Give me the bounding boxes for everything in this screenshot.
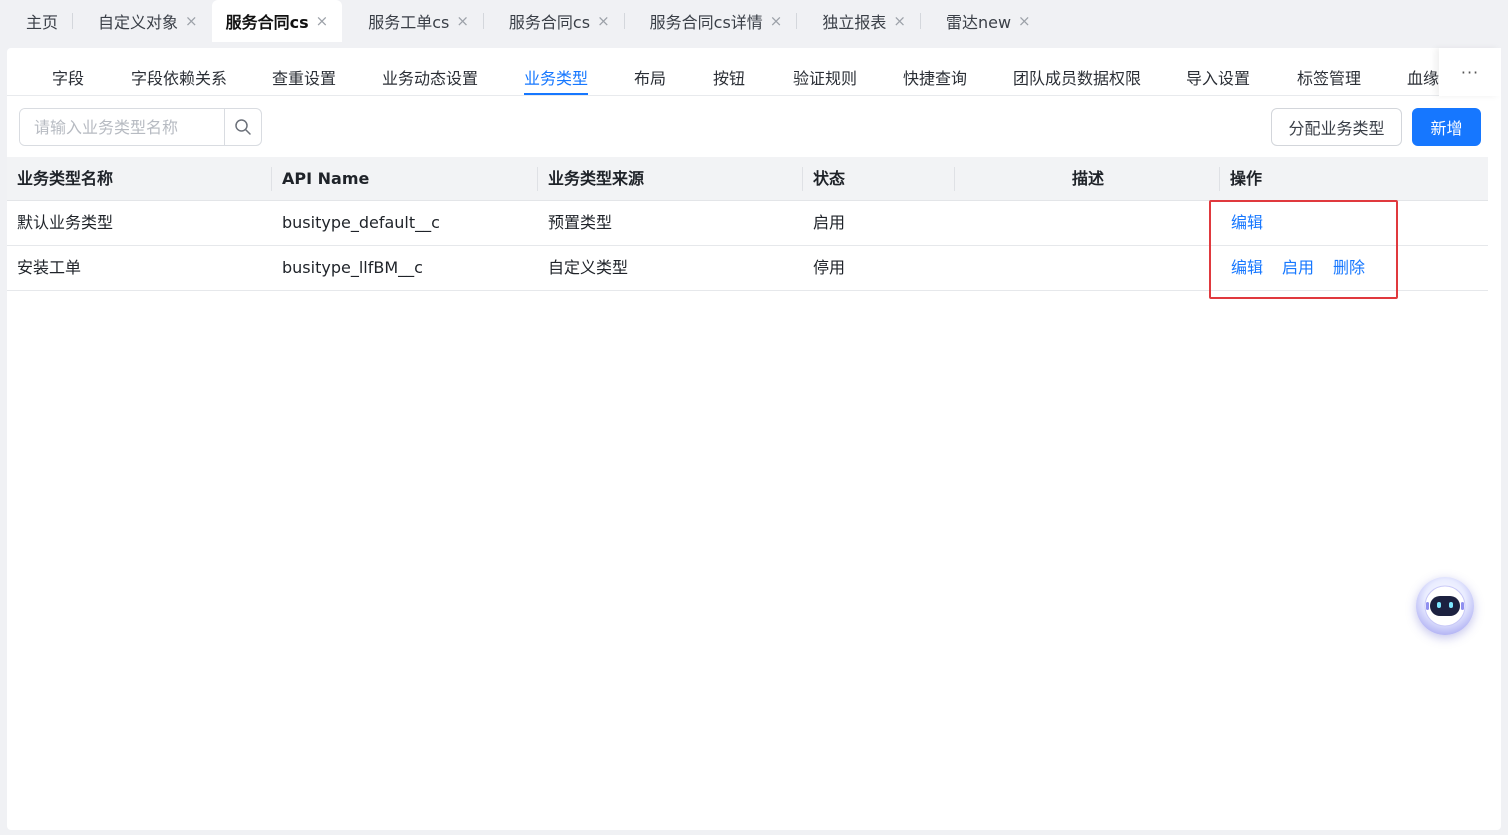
close-icon[interactable]: ×: [597, 12, 610, 30]
tab-radar-new[interactable]: 雷达new ×: [919, 0, 1045, 42]
close-icon[interactable]: ×: [1018, 12, 1031, 30]
subtab-tag-management[interactable]: 标签管理: [1297, 65, 1361, 89]
column-divider[interactable]: [1219, 167, 1220, 191]
search-input[interactable]: [20, 109, 224, 145]
assign-business-type-button[interactable]: 分配业务类型: [1271, 108, 1402, 146]
subtab-validation-rules[interactable]: 验证规则: [793, 65, 857, 89]
robot-assistant-icon: [1424, 585, 1466, 627]
subtab-import-settings[interactable]: 导入设置: [1186, 65, 1250, 89]
close-icon[interactable]: ×: [185, 12, 198, 30]
tab-label: 主页: [26, 13, 59, 32]
tab-service-contract-cs-2[interactable]: 服务合同cs ×: [482, 0, 624, 42]
subtab-layout[interactable]: 布局: [634, 65, 666, 89]
subtab-activity-settings[interactable]: 业务动态设置: [382, 65, 478, 89]
search-icon: [235, 119, 251, 135]
tab-custom-object[interactable]: 自定义对象 ×: [72, 0, 212, 42]
tab-service-contract-cs[interactable]: 服务合同cs ×: [211, 0, 343, 42]
table-header: 业务类型名称 API Name 业务类型来源 状态 描述 操作: [7, 157, 1488, 201]
subtab-team-permissions[interactable]: 团队成员数据权限: [1013, 65, 1141, 89]
tab-home[interactable]: 主页: [0, 0, 72, 42]
search-box: [19, 108, 262, 146]
header-source: 业务类型来源: [548, 169, 645, 188]
close-icon[interactable]: ×: [770, 12, 783, 30]
close-icon[interactable]: ×: [456, 12, 469, 30]
top-tab-bar: 主页 自定义对象 × 服务合同cs × 服务工单cs × 服务合同cs × 服务合同cs…: [0, 0, 1508, 42]
column-divider[interactable]: [537, 167, 538, 191]
header-status: 状态: [813, 169, 846, 188]
more-tabs-button[interactable]: ···: [1439, 48, 1501, 96]
tab-standalone-report[interactable]: 独立报表 ×: [796, 0, 920, 42]
cell-source: 预置类型: [548, 213, 613, 232]
column-divider[interactable]: [271, 167, 272, 191]
subtab-lineage[interactable]: 血缘: [1407, 65, 1439, 89]
highlight-box: [1209, 200, 1398, 299]
cell-status: 启用: [813, 213, 846, 232]
tab-label: 自定义对象: [98, 13, 179, 32]
cell-source: 自定义类型: [548, 258, 629, 277]
column-divider[interactable]: [954, 167, 955, 191]
cell-name: 默认业务类型: [17, 213, 114, 232]
search-button[interactable]: [224, 109, 261, 145]
tab-label: 服务合同cs: [508, 13, 591, 32]
subtab-duplicate-check[interactable]: 查重设置: [272, 65, 336, 89]
tab-label: 独立报表: [822, 13, 887, 32]
tab-service-order-cs[interactable]: 服务工单cs ×: [342, 0, 483, 42]
subtab-quick-query[interactable]: 快捷查询: [903, 65, 967, 89]
tab-label: 服务工单cs: [368, 13, 450, 32]
subtab-field-dependencies[interactable]: 字段依赖关系: [131, 65, 227, 89]
tab-label: 服务合同cs: [225, 13, 309, 32]
tab-service-contract-detail[interactable]: 服务合同cs详情 ×: [623, 0, 797, 42]
tab-label: 服务合同cs详情: [649, 13, 763, 32]
tab-label: 雷达new: [945, 13, 1012, 32]
column-divider[interactable]: [802, 167, 803, 191]
cell-name: 安装工单: [17, 258, 82, 277]
subtab-fields[interactable]: 字段: [52, 65, 84, 89]
ai-assistant-button[interactable]: [1416, 577, 1474, 635]
header-name: 业务类型名称: [17, 169, 114, 188]
header-operations: 操作: [1230, 169, 1263, 188]
subtab-buttons[interactable]: 按钮: [713, 65, 745, 89]
sub-tab-bar: 字段 字段依赖关系 查重设置 业务动态设置 业务类型 布局 按钮 验证规则 快捷…: [7, 48, 1439, 96]
header-description: 描述: [1072, 169, 1105, 188]
cell-status: 停用: [813, 258, 846, 277]
cell-api-name: busitype_llfBM__c: [282, 258, 423, 277]
main-panel: 字段 字段依赖关系 查重设置 业务动态设置 业务类型 布局 按钮 验证规则 快捷…: [7, 48, 1501, 830]
subtab-business-types[interactable]: 业务类型: [524, 65, 589, 95]
header-api-name: API Name: [282, 169, 370, 188]
close-icon[interactable]: ×: [316, 12, 329, 30]
cell-api-name: busitype_default__c: [282, 213, 440, 232]
add-button[interactable]: 新增: [1412, 108, 1481, 146]
close-icon[interactable]: ×: [893, 12, 906, 30]
